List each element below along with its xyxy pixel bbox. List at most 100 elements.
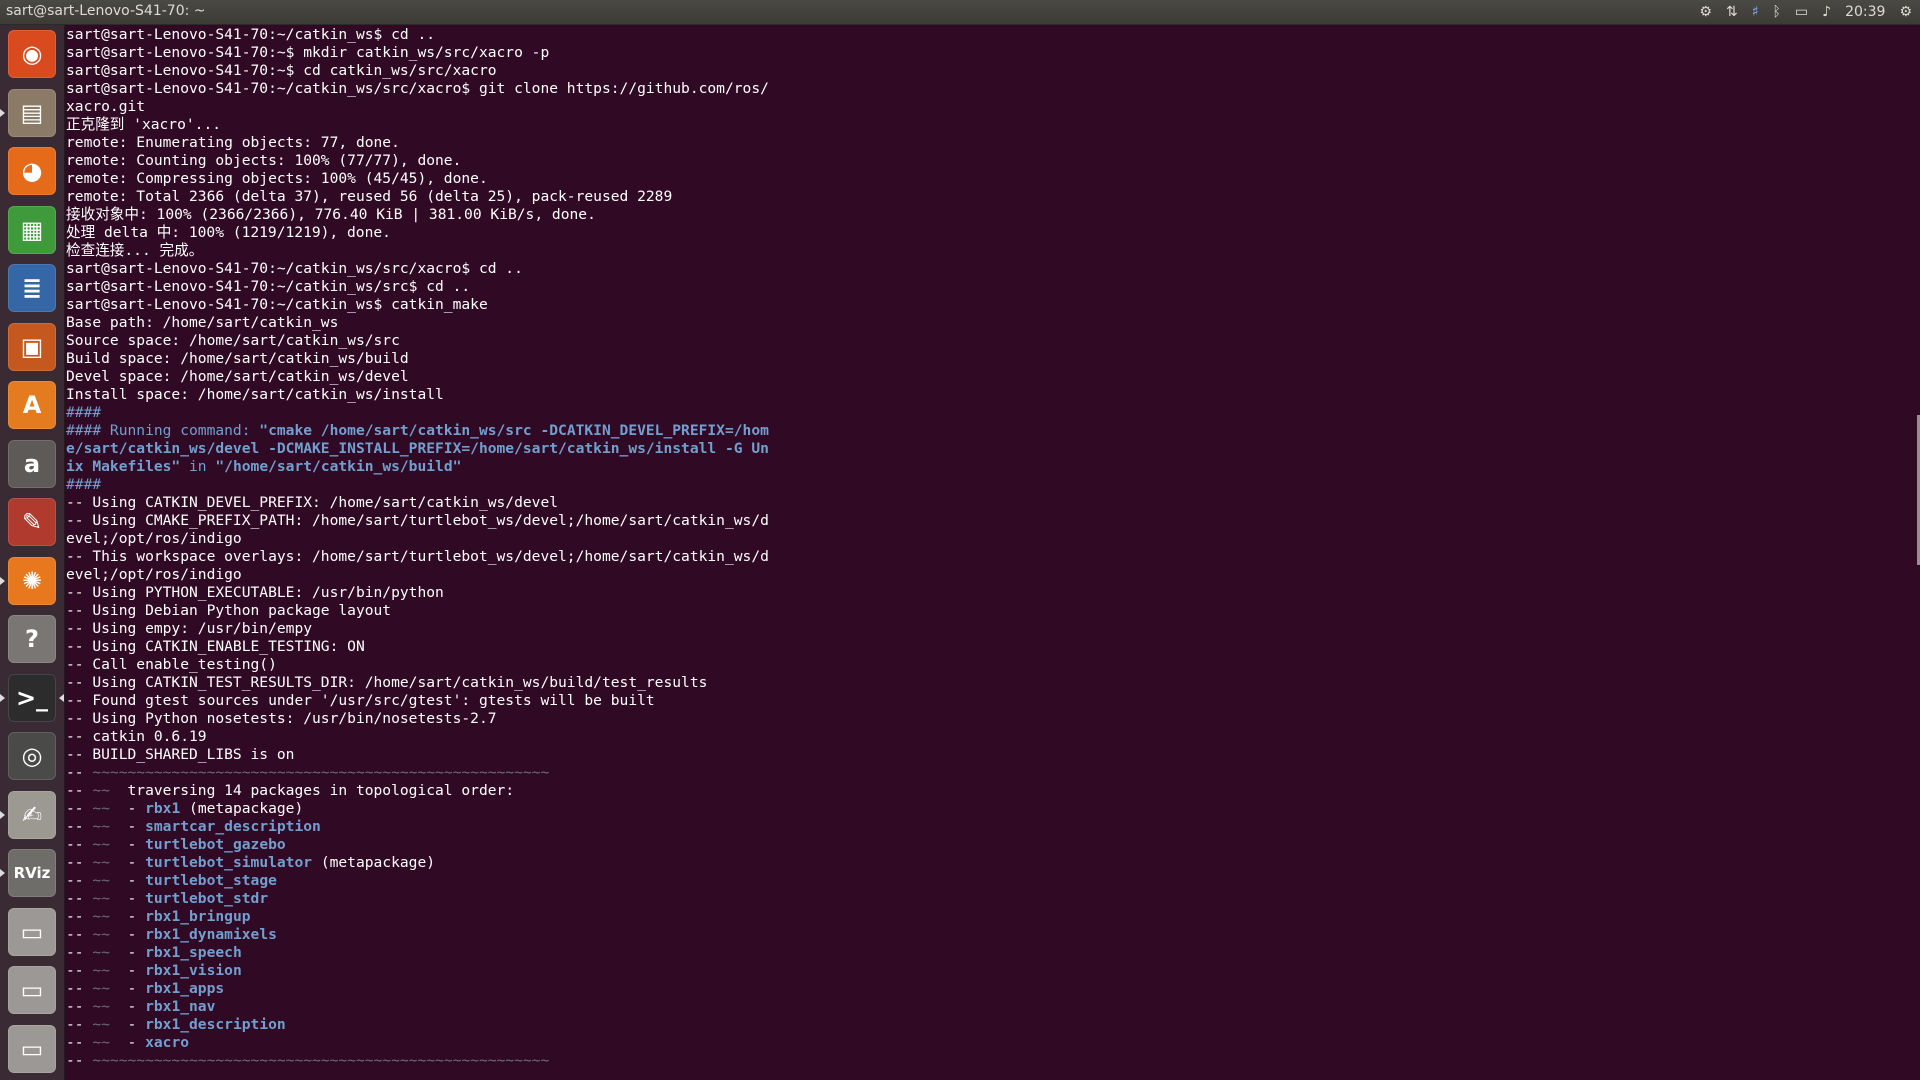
terminal-text: ~~ <box>92 890 110 907</box>
terminal-line: -- Using CATKIN_DEVEL_PREFIX: /home/sart… <box>66 494 1906 512</box>
launcher-amazon-icon[interactable]: a <box>8 439 56 488</box>
terminal-text: Build space: /home/sart/catkin_ws/build <box>66 350 409 367</box>
terminal-text: -- <box>66 1052 93 1069</box>
terminal-text: -- <box>66 836 93 853</box>
terminal-line: #### <box>66 404 1906 422</box>
terminal-text: ~~ <box>92 908 110 925</box>
terminal-text: - <box>109 890 146 907</box>
launcher-updater-icon[interactable]: ✺ <box>8 556 56 605</box>
terminal-line: 接收对象中: 100% (2366/2366), 776.40 KiB | 38… <box>66 206 1906 224</box>
terminal-text: -- <box>66 872 93 889</box>
focused-indicator <box>59 693 64 702</box>
system-tray: ⚙ ⇅ ♯ ᛒ ▭ ♪ 20:39 ⚙ <box>1699 0 1912 24</box>
terminal-line: Devel space: /home/sart/catkin_ws/devel <box>66 368 1906 386</box>
terminal-line: remote: Enumerating objects: 77, done. <box>66 134 1906 152</box>
launcher-terminal-icon[interactable]: >_ <box>8 673 56 722</box>
terminal-text: -- BUILD_SHARED_LIBS is on <box>66 746 295 763</box>
terminal-line: Base path: /home/sart/catkin_ws <box>66 314 1906 332</box>
running-indicator <box>0 693 5 702</box>
terminal-text: -- Using CMAKE_PREFIX_PATH: /home/sart/t… <box>66 512 769 529</box>
terminal-line: -- ~~ - rbx1_bringup <box>66 908 1906 926</box>
terminal-text: rbx1_dynamixels <box>145 926 277 943</box>
settings-gear-icon[interactable]: ⚙ <box>1899 0 1912 24</box>
terminal-line: #### <box>66 476 1906 494</box>
launcher-firefox-icon[interactable]: ◕ <box>8 147 56 195</box>
launcher-writer-icon[interactable]: ≣ <box>8 264 56 312</box>
terminal-line: -- ~~ - turtlebot_stage <box>66 872 1906 890</box>
terminal-line: -- Using CATKIN_ENABLE_TESTING: ON <box>66 638 1906 656</box>
terminal-output[interactable]: sart@sart-Lenovo-S41-70:~/catkin_ws$ cd … <box>66 26 1906 1080</box>
terminal-text: 正克隆到 'xacro'... <box>66 116 222 133</box>
launcher-system-settings-icon[interactable]: ✎ <box>8 498 56 546</box>
terminal-text: 接收对象中: 100% (2366/2366), 776.40 KiB | 38… <box>66 206 596 223</box>
input-method-icon[interactable]: ♯ <box>1752 0 1759 24</box>
terminal-line: e/sart/catkin_ws/devel -DCMAKE_INSTALL_P… <box>66 440 1906 458</box>
volume-icon[interactable]: ♪ <box>1822 0 1831 24</box>
terminal-text: ~~~~~~~~~~~~~~~~~~~~~~~~~~~~~~~~~~~~~~~~… <box>92 764 550 781</box>
launcher-rviz-icon[interactable]: RViz <box>8 849 56 897</box>
terminal-text: turtlebot_stage <box>145 872 277 889</box>
terminal-text: ~~ <box>92 836 110 853</box>
terminal-line: remote: Compressing objects: 100% (45/45… <box>66 170 1906 188</box>
launcher-drive3-icon[interactable]: ▭ <box>8 1024 56 1073</box>
terminal-text: evel;/opt/ros/indigo <box>66 566 242 583</box>
launcher-help-icon[interactable]: ? <box>8 615 56 663</box>
terminal-text: ix Makefiles" <box>66 458 181 475</box>
terminal-text: -- <box>66 908 93 925</box>
launcher-software-center-icon[interactable]: A <box>8 381 56 429</box>
terminal-text: remote: Total 2366 (delta 37), reused 56… <box>66 188 673 205</box>
launcher-drive1-icon[interactable]: ▭ <box>8 907 56 956</box>
terminal-text: - <box>109 944 146 961</box>
terminal-text: -- <box>66 800 93 817</box>
launcher-files-icon[interactable]: ▤ <box>8 88 56 137</box>
terminal-text: ~~ <box>92 872 110 889</box>
terminal-text: 处理 delta 中: 100% (1219/1219), done. <box>66 224 391 241</box>
terminal-text: rbx1 <box>145 800 181 817</box>
launcher-text-editor-icon[interactable]: ✍ <box>8 790 56 839</box>
terminal-text: ~~~~~~~~~~~~~~~~~~~~~~~~~~~~~~~~~~~~~~~~… <box>92 1052 550 1069</box>
terminal-text: ~~ <box>92 854 110 871</box>
terminal-text: 检查连接... 完成。 <box>66 242 204 259</box>
launcher: ◉ ▤ ◕ ▦ ≣ ▣ Aa ✎ ✺? >_ ◎ ✍ RViz ▭ ▭ ▭ <box>0 25 65 1080</box>
window-title: sart@sart-Lenovo-S41-70: ~ <box>6 3 206 19</box>
terminal-text: ~~ <box>92 980 110 997</box>
terminal-text: "cmake /home/sart/catkin_ws/src -DCATKIN… <box>259 422 769 439</box>
terminal-line: 处理 delta 中: 100% (1219/1219), done. <box>66 224 1906 242</box>
terminal-line: sart@sart-Lenovo-S41-70:~/catkin_ws/src/… <box>66 80 1906 98</box>
clock[interactable]: 20:39 <box>1845 0 1885 24</box>
terminal-line: sart@sart-Lenovo-S41-70:~/catkin_ws$ cd … <box>66 26 1906 44</box>
terminal-text: ~~ <box>92 782 110 799</box>
launcher-eye-icon[interactable]: ◎ <box>8 732 56 780</box>
launcher-calc-icon[interactable]: ▦ <box>8 205 56 254</box>
battery-icon[interactable]: ▭ <box>1795 0 1808 24</box>
bluetooth-icon[interactable]: ᛒ <box>1773 0 1781 24</box>
terminal-text: -- <box>66 818 93 835</box>
terminal-text: in <box>180 458 216 475</box>
terminal-text: rbx1_apps <box>145 980 225 997</box>
terminal-text: -- Call enable_testing() <box>66 656 277 673</box>
terminal-line: -- This workspace overlays: /home/sart/t… <box>66 548 1906 566</box>
terminal-text: sart@sart-Lenovo-S41-70:~$ mkdir catkin_… <box>66 44 550 61</box>
terminal-text: rbx1_bringup <box>145 908 251 925</box>
terminal-line: -- ~~ - rbx1_nav <box>66 998 1906 1016</box>
network-icon[interactable]: ⇅ <box>1726 0 1738 24</box>
terminal-line: -- BUILD_SHARED_LIBS is on <box>66 746 1906 764</box>
terminal-text: -- This workspace overlays: /home/sart/t… <box>66 548 769 565</box>
terminal-text: Base path: /home/sart/catkin_ws <box>66 314 339 331</box>
terminal-text: turtlebot_stdr <box>145 890 269 907</box>
terminal-line: evel;/opt/ros/indigo <box>66 530 1906 548</box>
terminal-text: sart@sart-Lenovo-S41-70:~$ cd catkin_ws/… <box>66 62 497 79</box>
terminal-text: - <box>109 854 146 871</box>
terminal-line: -- ~~ - rbx1_speech <box>66 944 1906 962</box>
keyboard-icon[interactable]: ⚙ <box>1699 0 1712 24</box>
launcher-impress-icon[interactable]: ▣ <box>8 322 56 371</box>
terminal-text: ~~ <box>92 1034 110 1051</box>
terminal-text: -- <box>66 764 93 781</box>
running-indicator <box>0 108 5 117</box>
launcher-dash-icon[interactable]: ◉ <box>8 30 56 78</box>
terminal-text: traversing 14 packages in topological or… <box>109 782 515 799</box>
terminal-line: -- ~~ - rbx1 (metapackage) <box>66 800 1906 818</box>
terminal-text: -- <box>66 854 93 871</box>
launcher-drive2-icon[interactable]: ▭ <box>8 966 56 1014</box>
terminal-text: - <box>109 872 146 889</box>
